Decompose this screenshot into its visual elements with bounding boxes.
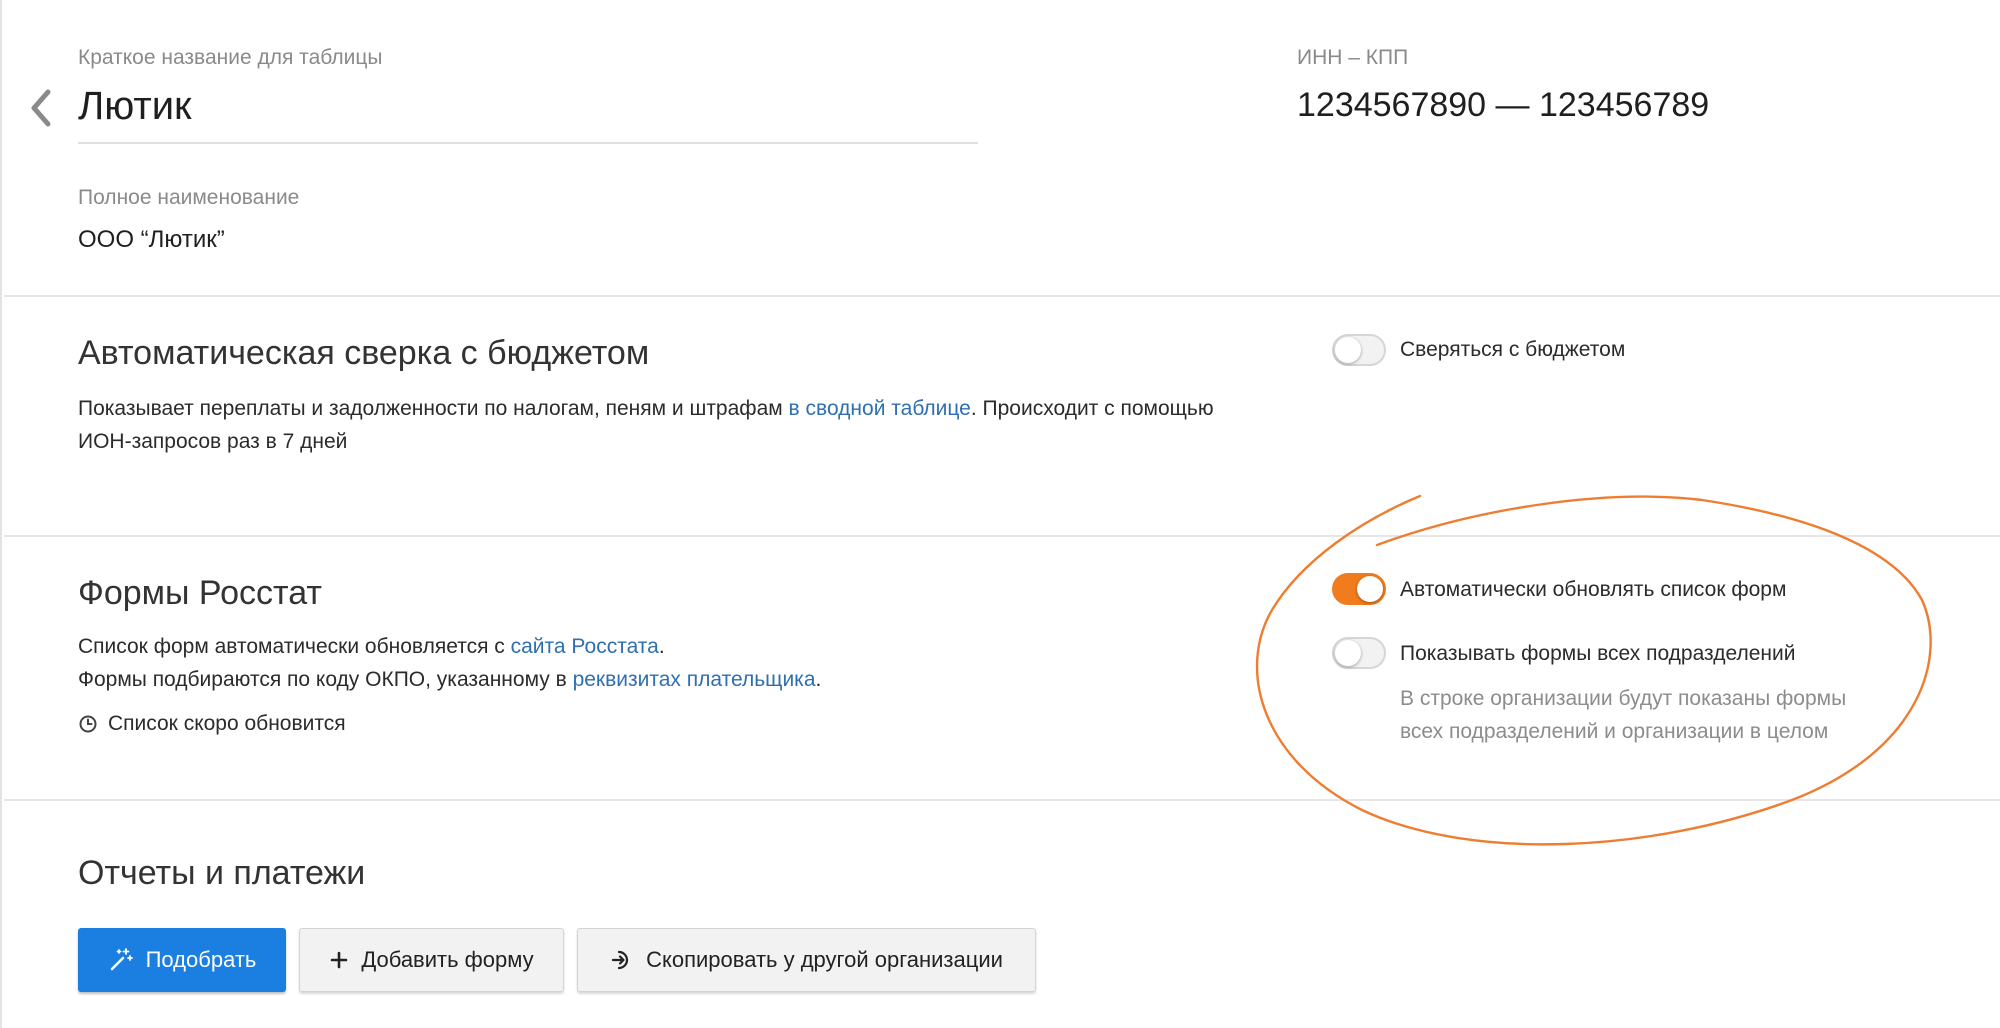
inn-kpp-label: ИНН – КПП [1297, 46, 1409, 69]
budget-description: Показывает переплаты и задолженности по … [78, 392, 1214, 458]
show-all-subdivisions-hint: В строке организации будут показаны форм… [1400, 682, 1846, 748]
toggle-knob [1335, 337, 1361, 363]
hint-line2: всех подразделений и организации в целом [1400, 720, 1829, 743]
back-chevron-icon[interactable] [24, 86, 60, 130]
rosstat-desc-text: Список форм автоматически обновляется с [78, 635, 511, 658]
section-divider [4, 535, 2000, 537]
magic-wand-icon [110, 948, 133, 971]
add-form-button-label: Добавить форму [361, 947, 534, 972]
hint-line1: В строке организации будут показаны форм… [1400, 687, 1847, 710]
full-name-value: ООО “Лютик” [78, 226, 225, 253]
import-icon [611, 950, 629, 970]
full-name-label: Полное наименование [78, 186, 300, 209]
short-name-label: Краткое название для таблицы [78, 46, 383, 69]
budget-desc-line2: ИОН-запросов раз в 7 дней [78, 430, 348, 453]
section-divider [4, 799, 2000, 801]
show-all-subdivisions-label[interactable]: Показывать формы всех подразделений [1400, 642, 1795, 666]
short-name-underline [78, 142, 978, 144]
rosstat-desc-dot: . [658, 635, 665, 658]
copy-from-org-button-label: Скопировать у другой организации [646, 947, 1003, 972]
auto-update-toggle-label[interactable]: Автоматически обновлять список форм [1400, 578, 1786, 602]
budget-toggle[interactable] [1332, 334, 1386, 366]
rosstat-description: Список форм автоматически обновляется с … [78, 630, 821, 696]
plus-icon [331, 951, 348, 969]
toggle-knob [1335, 640, 1361, 666]
reports-section-title: Отчеты и платежи [78, 854, 366, 892]
summary-table-link[interactable]: в сводной таблице [789, 397, 971, 420]
payer-details-link[interactable]: реквизитах плательщика [573, 668, 816, 691]
rosstat-site-link[interactable]: сайта Росстата [511, 635, 659, 658]
add-form-button[interactable]: Добавить форму [299, 928, 564, 992]
copy-from-org-button[interactable]: Скопировать у другой организации [577, 928, 1036, 992]
update-status-text: Список скоро обновится [108, 712, 346, 735]
budget-toggle-label[interactable]: Сверяться с бюджетом [1400, 338, 1625, 362]
pick-button[interactable]: Подобрать [78, 928, 286, 992]
settings-page: Краткое название для таблицы Лютик ИНН –… [0, 0, 2000, 1028]
pick-button-label: Подобрать [145, 947, 257, 972]
budget-desc-text: Показывает переплаты и задолженности по … [78, 397, 789, 420]
section-divider [4, 295, 2000, 297]
rosstat-desc-dot2: . [815, 668, 822, 691]
short-name-value[interactable]: Лютик [78, 84, 192, 129]
rosstat-desc-text2: Формы подбираются по коду ОКПО, указанно… [78, 668, 573, 691]
inn-kpp-value: 1234567890 — 123456789 [1297, 86, 1710, 124]
toggle-knob [1357, 576, 1383, 602]
clock-icon [79, 715, 97, 733]
show-all-subdivisions-toggle[interactable] [1332, 637, 1386, 669]
auto-update-toggle[interactable] [1332, 573, 1386, 605]
budget-desc-text-end: . Происходит с помощью [970, 397, 1214, 420]
rosstat-section-title: Формы Росстат [78, 574, 322, 612]
budget-section-title: Автоматическая сверка с бюджетом [78, 334, 650, 372]
update-status: Список скоро обновится [78, 712, 346, 736]
